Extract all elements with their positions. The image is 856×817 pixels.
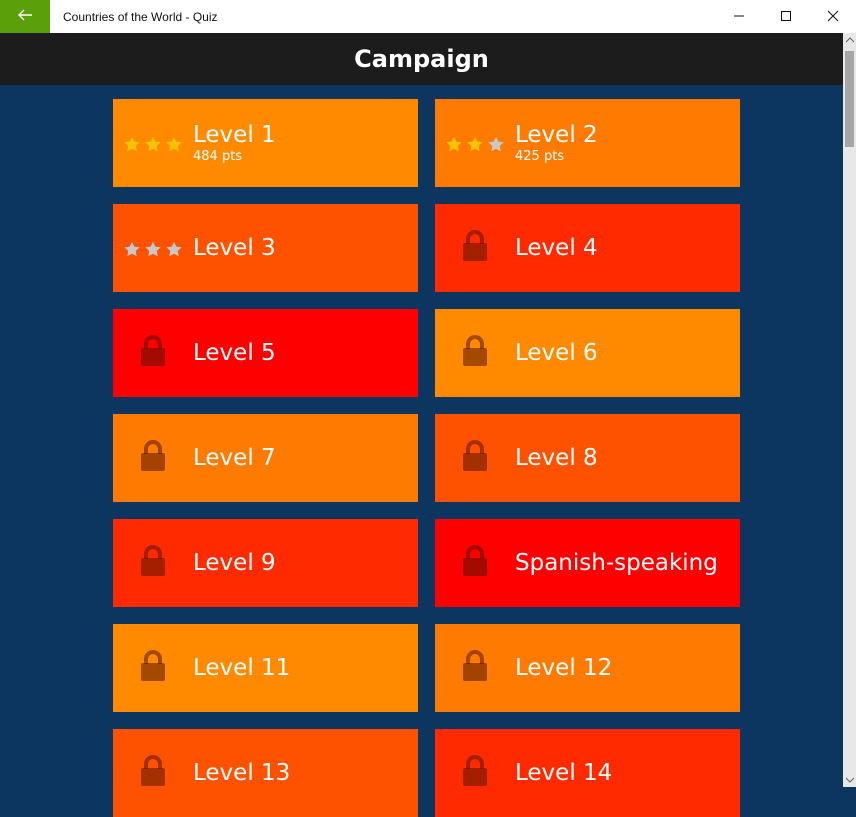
lock-icon bbox=[138, 649, 168, 687]
level-text: Level 8 bbox=[515, 445, 598, 471]
level-text: Level 1 484 pts bbox=[193, 122, 276, 165]
lock-icon bbox=[460, 439, 490, 477]
lock-badge bbox=[113, 414, 193, 502]
level-tile[interactable]: Level 12 bbox=[435, 624, 740, 712]
vertical-scrollbar[interactable] bbox=[843, 33, 856, 787]
level-text: Level 3 bbox=[193, 235, 276, 261]
window-controls bbox=[715, 0, 856, 33]
lock-icon bbox=[460, 649, 490, 687]
close-icon bbox=[827, 7, 839, 26]
lock-icon bbox=[138, 439, 168, 477]
level-text: Level 9 bbox=[193, 550, 276, 576]
star-rating bbox=[113, 204, 193, 292]
lock-badge bbox=[435, 729, 515, 817]
star-rating bbox=[113, 99, 193, 187]
page-title: Campaign bbox=[354, 45, 489, 73]
close-button[interactable] bbox=[809, 0, 856, 33]
level-label: Level 5 bbox=[193, 340, 276, 366]
level-text: Level 11 bbox=[193, 655, 290, 681]
minimize-button[interactable] bbox=[715, 0, 762, 33]
star-empty-icon bbox=[144, 240, 162, 262]
level-tile[interactable]: Level 13 bbox=[113, 729, 418, 817]
star-filled-icon bbox=[123, 135, 141, 157]
level-label: Level 14 bbox=[515, 760, 613, 786]
level-text: Level 4 bbox=[515, 235, 598, 261]
page-header: Campaign bbox=[0, 33, 843, 85]
level-text: Level 5 bbox=[193, 340, 276, 366]
star-rating bbox=[435, 99, 515, 187]
lock-icon bbox=[138, 544, 168, 582]
star-filled-icon bbox=[445, 135, 463, 157]
scroll-thumb[interactable] bbox=[845, 51, 854, 147]
level-text: Level 14 bbox=[515, 760, 612, 786]
level-tile[interactable]: Level 4 bbox=[435, 204, 740, 292]
scroll-up-icon[interactable] bbox=[843, 33, 856, 47]
lock-badge bbox=[113, 624, 193, 712]
level-label: Level 9 bbox=[193, 550, 276, 576]
level-points: 425 pts bbox=[515, 148, 565, 164]
level-label: Spanish-speaking bbox=[515, 550, 718, 576]
level-tile[interactable]: Level 1 484 pts bbox=[113, 99, 418, 187]
lock-icon bbox=[460, 754, 490, 792]
level-label: Level 1 bbox=[193, 121, 276, 148]
lock-badge bbox=[113, 309, 193, 397]
level-label: Level 6 bbox=[515, 340, 598, 366]
star-empty-icon bbox=[123, 240, 141, 262]
level-label: Level 13 bbox=[193, 760, 291, 786]
level-tile[interactable]: Level 5 bbox=[113, 309, 418, 397]
maximize-button[interactable] bbox=[762, 0, 809, 33]
lock-badge bbox=[435, 204, 515, 292]
level-label: Level 12 bbox=[515, 655, 613, 681]
scroll-down-icon[interactable] bbox=[843, 773, 856, 787]
star-filled-icon bbox=[144, 135, 162, 157]
lock-icon bbox=[460, 229, 490, 267]
level-label: Level 8 bbox=[515, 445, 598, 471]
level-points: 484 pts bbox=[193, 148, 243, 164]
level-tile[interactable]: Level 3 bbox=[113, 204, 418, 292]
level-label: Level 2 bbox=[515, 121, 598, 148]
level-label: Level 3 bbox=[193, 235, 276, 261]
level-text: Level 2 425 pts bbox=[515, 122, 598, 165]
lock-icon bbox=[138, 334, 168, 372]
level-tile[interactable]: Level 2 425 pts bbox=[435, 99, 740, 187]
maximize-icon bbox=[780, 7, 792, 26]
level-tile[interactable]: Level 7 bbox=[113, 414, 418, 502]
level-text: Spanish-speaking bbox=[515, 550, 718, 576]
app-title: Countries of the World - Quiz bbox=[63, 9, 218, 24]
back-button[interactable] bbox=[0, 0, 50, 33]
lock-badge bbox=[435, 624, 515, 712]
lock-badge bbox=[113, 519, 193, 607]
level-text: Level 12 bbox=[515, 655, 612, 681]
lock-badge bbox=[435, 414, 515, 502]
level-tile[interactable]: Level 6 bbox=[435, 309, 740, 397]
lock-badge bbox=[113, 729, 193, 817]
title-bar: Countries of the World - Quiz bbox=[0, 0, 856, 33]
lock-badge bbox=[435, 519, 515, 607]
level-label: Level 7 bbox=[193, 445, 276, 471]
lock-icon bbox=[460, 334, 490, 372]
level-label: Level 11 bbox=[193, 655, 291, 681]
star-filled-icon bbox=[466, 135, 484, 157]
lock-badge bbox=[435, 309, 515, 397]
level-text: Level 7 bbox=[193, 445, 276, 471]
star-filled-icon bbox=[165, 135, 183, 157]
star-empty-icon bbox=[487, 135, 505, 157]
level-tile[interactable]: Level 8 bbox=[435, 414, 740, 502]
level-text: Level 6 bbox=[515, 340, 598, 366]
level-tile[interactable]: Spanish-speaking bbox=[435, 519, 740, 607]
lock-icon bbox=[460, 544, 490, 582]
level-text: Level 13 bbox=[193, 760, 290, 786]
level-tile[interactable]: Level 14 bbox=[435, 729, 740, 817]
level-tile[interactable]: Level 9 bbox=[113, 519, 418, 607]
level-tile[interactable]: Level 11 bbox=[113, 624, 418, 712]
level-label: Level 4 bbox=[515, 235, 598, 261]
arrow-left-icon bbox=[17, 7, 33, 27]
minimize-icon bbox=[733, 7, 745, 26]
star-empty-icon bbox=[165, 240, 183, 262]
lock-icon bbox=[138, 754, 168, 792]
